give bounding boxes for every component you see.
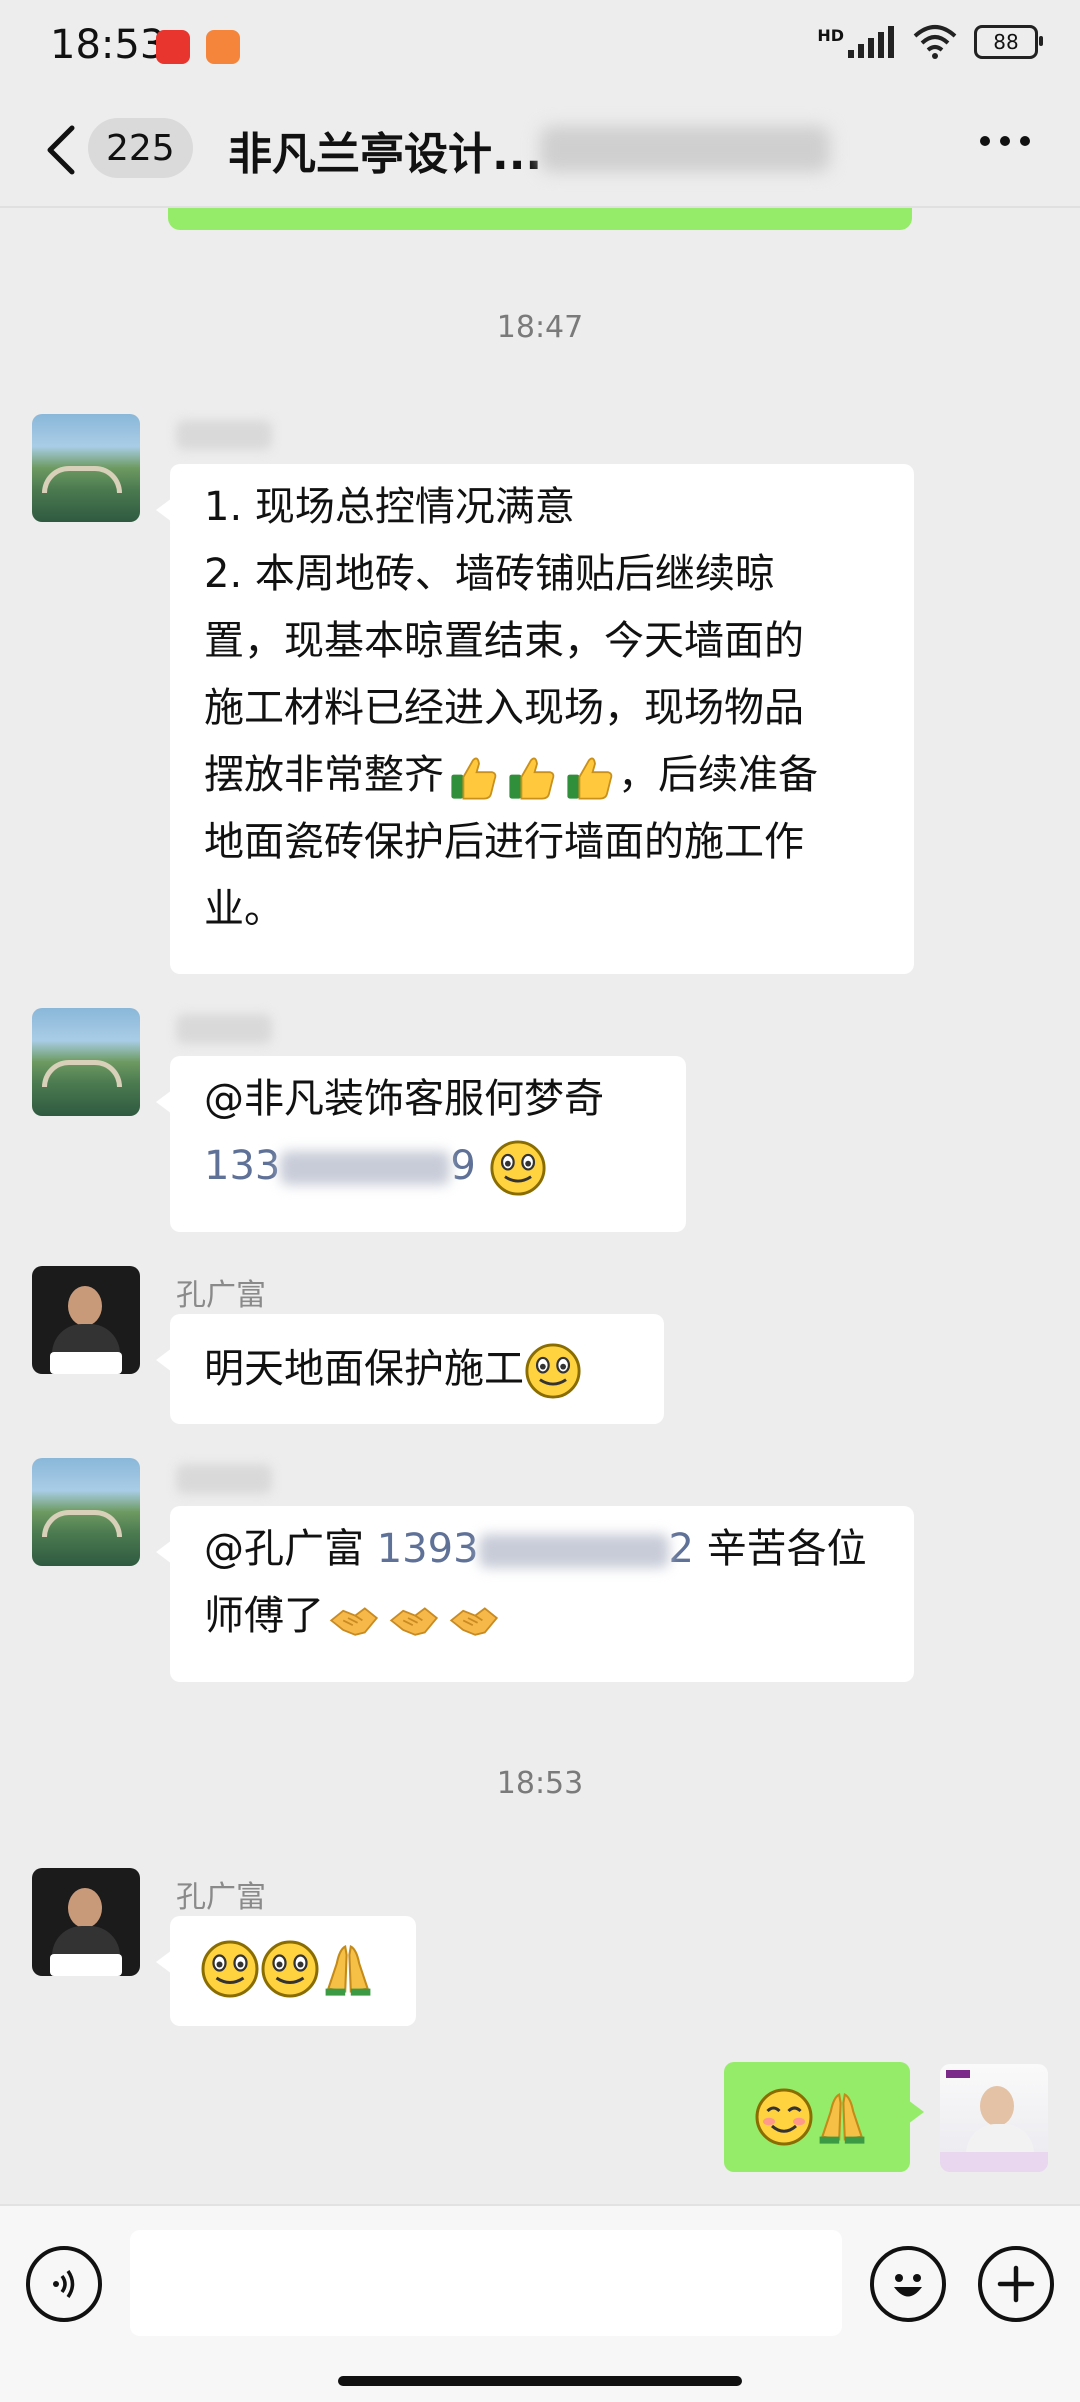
message-input-bar [0, 2204, 1080, 2402]
thumbs-up-emoji [508, 757, 555, 800]
message-bubble[interactable] [156, 1916, 416, 2026]
message-bubble[interactable]: 明天地面保护施工 [156, 1314, 664, 1424]
message-text: ，后续准备 [618, 752, 818, 798]
back-arrow-icon[interactable] [40, 122, 84, 178]
thumbs-up-emoji [566, 757, 613, 800]
message-text: 师傅了 [204, 1593, 324, 1639]
pray-emoji [324, 1945, 372, 1997]
phone-number-start[interactable]: 133 [204, 1143, 280, 1189]
chat-title: 非凡兰亭设计... [228, 129, 543, 180]
emoji-line [200, 1934, 386, 2001]
smile-emoji [525, 1343, 581, 1399]
avatar[interactable] [32, 1868, 140, 1976]
message-text: 辛苦各位 [706, 1526, 867, 1572]
message-text-line: 1. 现场总控情况满意 [204, 484, 575, 530]
redacted-sender-name [176, 420, 272, 450]
sender-name: 孔广富 [176, 1880, 266, 1915]
sender-name: 孔广富 [176, 1278, 266, 1313]
avatar[interactable] [32, 1008, 140, 1116]
battery-level: 88 [993, 30, 1019, 54]
message-text: 明天地面保护施工 [204, 1346, 524, 1392]
smile-emoji [261, 1940, 319, 1998]
timestamp: 18:53 [496, 1766, 584, 1801]
voice-icon[interactable] [26, 2246, 102, 2322]
emoji-line [754, 2082, 880, 2149]
pray-emoji [818, 2093, 866, 2145]
news-app-icon [156, 30, 190, 64]
more-options-icon[interactable] [980, 136, 1030, 146]
redacted-sender-name [176, 1464, 272, 1494]
handshake-emoji [390, 1607, 438, 1636]
phone-number-end[interactable]: 2 [669, 1526, 694, 1572]
avatar[interactable] [32, 414, 140, 522]
my-message-bubble[interactable] [724, 2062, 924, 2172]
phone-line: 133 9 [204, 1133, 652, 1200]
message-text-line-with-emoji: 明天地面保护施工 [204, 1324, 630, 1414]
redacted-phone-digits [280, 1151, 451, 1185]
signal-icon [848, 26, 894, 58]
mention-text: @孔广富 [204, 1526, 364, 1572]
smile-emoji [201, 1940, 259, 1998]
message-text-line: 置，现基本晾置结束，今天墙面的 [204, 618, 804, 664]
message-input[interactable] [130, 2230, 842, 2336]
message-text-line-with-emoji: 摆放非常整齐 ，后续准备 [204, 742, 880, 809]
phone-number-end[interactable]: 9 [450, 1143, 475, 1189]
message-text-line: 2. 本周地砖、墙砖铺贴后继续晾 [204, 551, 775, 597]
message-text-line-with-emoji: 师傅了 [204, 1583, 880, 1650]
handshake-emoji [450, 1607, 498, 1636]
mention-text: @非凡装饰客服何梦奇 [204, 1076, 604, 1122]
redacted-title [540, 126, 830, 172]
message-text-line: 业。 [204, 886, 284, 932]
status-time: 18:53 [50, 22, 166, 68]
phone-number-start[interactable]: 1393 [377, 1526, 479, 1572]
avatar[interactable] [32, 1458, 140, 1566]
message-text-line: 地面瓷砖保护后进行墙面的施工作 [204, 819, 804, 865]
redacted-sender-name [176, 1014, 272, 1044]
emoji-icon[interactable] [870, 2246, 946, 2322]
message-bubble[interactable]: @非凡装饰客服何梦奇 133 9 [156, 1056, 686, 1232]
message-bubble[interactable]: 1. 现场总控情况满意 2. 本周地砖、墙砖铺贴后继续晾 置，现基本晾置结束，今… [156, 464, 914, 974]
shopping-app-icon [206, 30, 240, 64]
smile-emoji [489, 1140, 546, 1196]
message-text: 摆放非常整齐 [204, 752, 444, 798]
wifi-icon [913, 25, 957, 59]
thumbs-up-emoji [450, 757, 497, 800]
previous-message-bubble-edge [168, 208, 912, 230]
message-text-line: 施工材料已经进入现场，现场物品 [204, 685, 804, 731]
battery-indicator: 88 [974, 25, 1043, 59]
network-label: HD [817, 25, 844, 45]
mention-line: @孔广富 1393 2 辛苦各位 [204, 1516, 880, 1583]
handshake-emoji [330, 1607, 378, 1636]
my-avatar[interactable] [940, 2064, 1048, 2172]
avatar[interactable] [32, 1266, 140, 1374]
message-bubble[interactable]: @孔广富 1393 2 辛苦各位 师傅了 [156, 1506, 914, 1682]
redacted-phone-digits [478, 1534, 669, 1568]
chat-header: 225 非凡兰亭设计... [0, 96, 1080, 208]
blush-emoji [755, 2088, 813, 2146]
timestamp: 18:47 [496, 310, 584, 345]
home-indicator[interactable] [338, 2376, 742, 2386]
plus-icon[interactable] [978, 2246, 1054, 2322]
unread-count-badge[interactable]: 225 [88, 118, 193, 178]
status-bar: 18:53 HD 88 [0, 0, 1080, 96]
